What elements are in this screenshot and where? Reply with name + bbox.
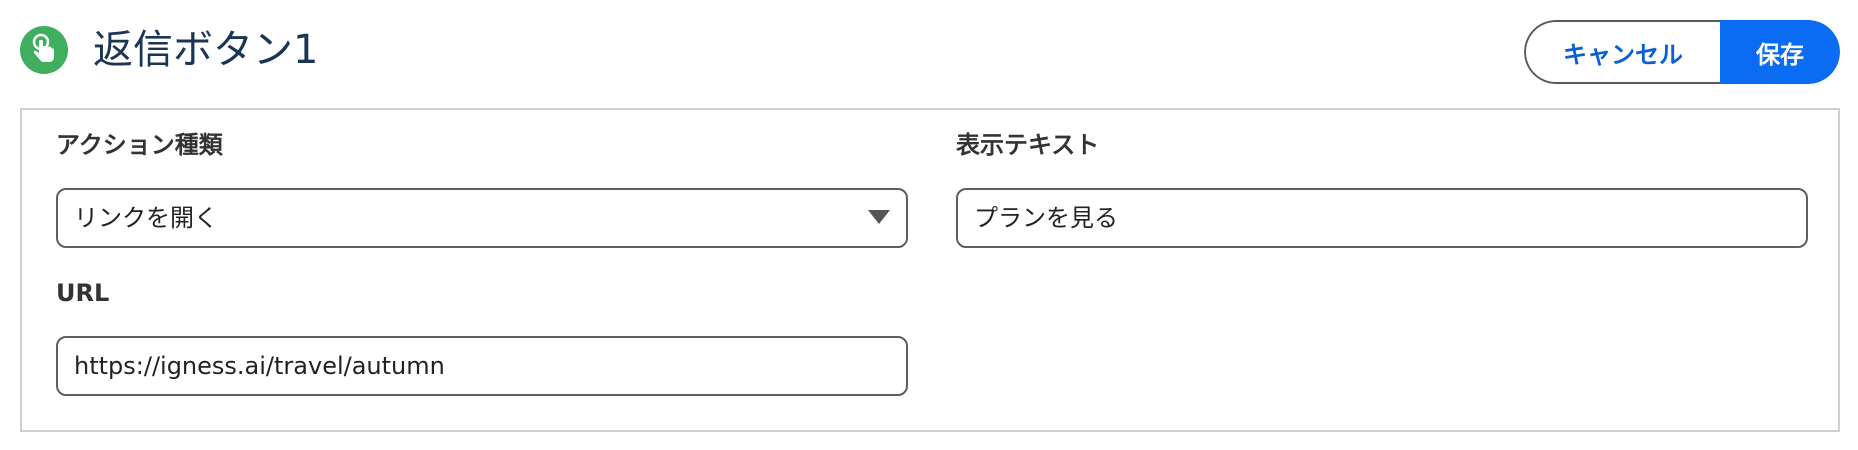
page-title: 返信ボタン1 bbox=[93, 27, 319, 73]
display-text-label: 表示テキスト bbox=[956, 131, 1100, 159]
action-type-label: アクション種類 bbox=[56, 131, 223, 159]
form-panel: アクション種類 リンクを開く 表示テキスト プランを見る URL https:/… bbox=[20, 108, 1840, 432]
action-type-select[interactable]: リンクを開く bbox=[56, 188, 908, 248]
touch-hand-icon bbox=[20, 26, 68, 74]
page: 返信ボタン1 キャンセル 保存 アクション種類 リンクを開く 表示テキスト プラ… bbox=[0, 0, 1858, 450]
action-button-group: キャンセル 保存 bbox=[1524, 20, 1840, 84]
display-text-value: プランを見る bbox=[974, 204, 1118, 232]
url-input[interactable]: https://igness.ai/travel/autumn bbox=[56, 336, 908, 396]
chevron-down-icon bbox=[868, 210, 890, 224]
url-label: URL bbox=[56, 279, 110, 307]
save-button[interactable]: 保存 bbox=[1720, 20, 1840, 84]
display-text-input[interactable]: プランを見る bbox=[956, 188, 1808, 248]
url-value: https://igness.ai/travel/autumn bbox=[74, 352, 445, 380]
action-type-value: リンクを開く bbox=[74, 204, 218, 232]
header: 返信ボタン1 キャンセル 保存 bbox=[20, 20, 1840, 86]
touch-hand-glyph bbox=[32, 33, 54, 62]
cancel-button[interactable]: キャンセル bbox=[1524, 20, 1720, 84]
